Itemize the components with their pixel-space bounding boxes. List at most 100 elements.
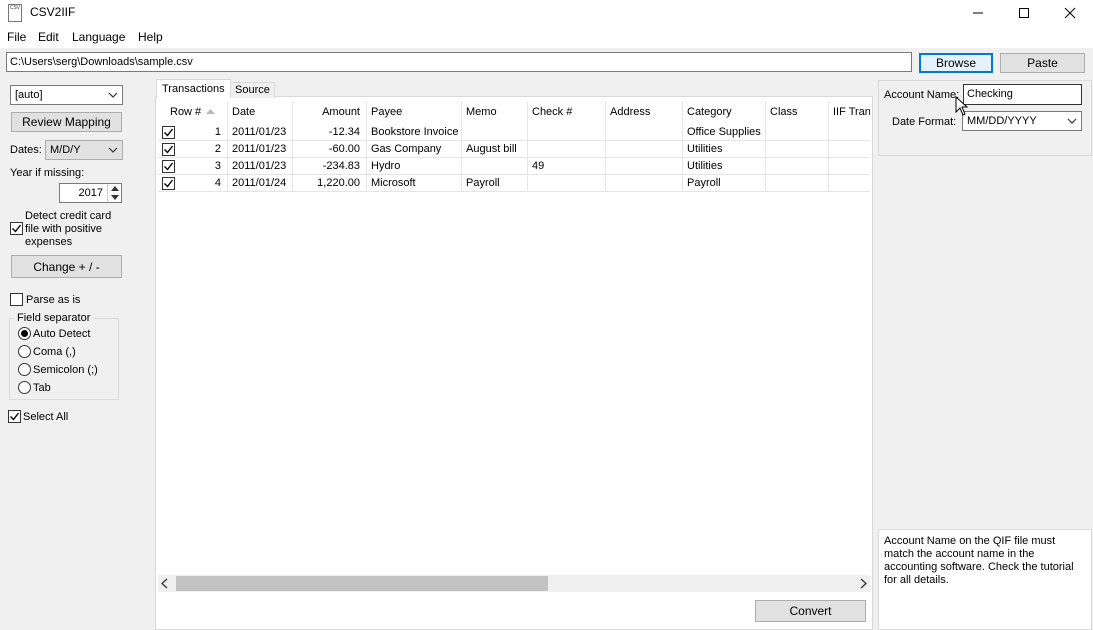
app-icon-text: CSV <box>9 5 21 11</box>
year-down-button[interactable] <box>107 193 121 202</box>
detect-cc-label-line: Detect credit card <box>25 210 112 222</box>
cell-payee[interactable]: Hydro <box>367 158 462 175</box>
menu-help[interactable]: Help <box>138 30 163 44</box>
radio-comma[interactable] <box>18 345 31 358</box>
cell-class[interactable] <box>766 158 829 175</box>
cell-iif-tran[interactable] <box>829 141 870 158</box>
tab-source[interactable]: Source <box>230 82 275 98</box>
cell-memo[interactable] <box>462 158 528 175</box>
row-checkbox[interactable] <box>162 126 175 139</box>
detect-cc-checkbox[interactable] <box>10 222 23 235</box>
column-header-class[interactable]: Class <box>766 102 829 124</box>
column-header-memo[interactable]: Memo <box>462 102 528 124</box>
radio-semicolon[interactable] <box>18 363 31 376</box>
column-header-date[interactable]: Date <box>228 102 293 124</box>
cell-category[interactable]: Utilities <box>683 158 766 175</box>
checkmark-icon <box>164 179 174 188</box>
year-stepper[interactable]: 2017 <box>59 183 122 203</box>
checkmark-icon <box>164 145 174 154</box>
cell-payee[interactable]: Bookstore Invoice <box>367 124 462 141</box>
cell-class[interactable] <box>766 175 829 192</box>
cell-payee[interactable]: Microsoft <box>367 175 462 192</box>
cell-payee[interactable]: Gas Company <box>367 141 462 158</box>
dates-label: Dates: <box>10 144 42 156</box>
cell-memo[interactable] <box>462 124 528 141</box>
scroll-right-button[interactable] <box>858 578 868 592</box>
cell-amount[interactable]: 1,220.00 <box>293 175 367 192</box>
maximize-button[interactable] <box>1001 0 1047 26</box>
year-up-button[interactable] <box>107 184 121 193</box>
column-header-category[interactable]: Category <box>683 102 766 124</box>
cell-iif-tran[interactable] <box>829 124 870 141</box>
row-checkbox[interactable] <box>162 160 175 173</box>
chevron-down-icon <box>108 147 118 153</box>
cell-check[interactable] <box>528 175 606 192</box>
cell-amount[interactable]: -60.00 <box>293 141 367 158</box>
menu-bar: File Edit Language Help <box>0 26 1093 48</box>
row-checkbox[interactable] <box>162 143 175 156</box>
cell-class[interactable] <box>766 141 829 158</box>
account-name-input[interactable]: Checking <box>963 84 1082 105</box>
table-row[interactable]: 2 <box>158 141 228 158</box>
column-header-amount[interactable]: Amount <box>293 102 367 124</box>
cell-category[interactable]: Office Supplies <box>683 124 766 141</box>
table-row[interactable]: 1 <box>158 124 228 141</box>
cell-category[interactable]: Utilities <box>683 141 766 158</box>
arrow-up-icon <box>110 186 119 191</box>
change-sign-button[interactable]: Change + / - <box>11 255 122 278</box>
title-bar: CSV CSV2IIF <box>0 0 1093 26</box>
cell-amount[interactable]: -234.83 <box>293 158 367 175</box>
menu-language[interactable]: Language <box>72 30 125 44</box>
cell-iif-tran[interactable] <box>829 175 870 192</box>
cell-memo[interactable]: August bill <box>462 141 528 158</box>
column-header-address[interactable]: Address <box>606 102 683 124</box>
file-path-input[interactable]: C:\Users\serg\Downloads\sample.csv <box>6 52 912 72</box>
parse-as-is-checkbox[interactable] <box>10 293 23 306</box>
cell-address[interactable] <box>606 141 683 158</box>
scroll-left-button[interactable] <box>160 578 170 592</box>
cell-category[interactable]: Payroll <box>683 175 766 192</box>
close-button[interactable] <box>1047 0 1093 26</box>
column-header-iif-tran[interactable]: IIF Tran <box>829 102 870 124</box>
cell-address[interactable] <box>606 158 683 175</box>
convert-button[interactable]: Convert <box>755 600 866 622</box>
transactions-grid: Row # Date Amount Payee Memo Check # Add… <box>158 102 870 194</box>
cell-check[interactable]: 49 <box>528 158 606 175</box>
cell-date[interactable]: 2011/01/23 <box>228 158 293 175</box>
horizontal-scrollbar[interactable] <box>158 575 870 592</box>
cell-check[interactable] <box>528 141 606 158</box>
cell-memo[interactable]: Payroll <box>462 175 528 192</box>
column-header-check[interactable]: Check # <box>528 102 606 124</box>
table-row[interactable]: 4 <box>158 175 228 192</box>
tab-transactions[interactable]: Transactions <box>156 79 231 98</box>
radio-auto-detect[interactable] <box>18 327 31 340</box>
menu-edit[interactable]: Edit <box>38 30 59 44</box>
radio-tab[interactable] <box>18 381 31 394</box>
column-header-payee[interactable]: Payee <box>367 102 462 124</box>
minimize-button[interactable] <box>955 0 1001 26</box>
column-header-row[interactable]: Row # <box>158 102 228 124</box>
cell-iif-tran[interactable] <box>829 158 870 175</box>
row-checkbox[interactable] <box>162 177 175 190</box>
table-row[interactable]: 3 <box>158 158 228 175</box>
cell-address[interactable] <box>606 124 683 141</box>
account-name-label: Account Name: <box>884 89 960 101</box>
select-all-checkbox[interactable] <box>8 410 21 423</box>
cell-date[interactable]: 2011/01/24 <box>228 175 293 192</box>
browse-button[interactable]: Browse <box>919 53 993 73</box>
review-mapping-button[interactable]: Review Mapping <box>11 112 122 132</box>
menu-file[interactable]: File <box>7 30 26 44</box>
date-format-select[interactable]: MM/DD/YYYY <box>962 111 1082 131</box>
cell-amount[interactable]: -12.34 <box>293 124 367 141</box>
dates-format-select[interactable]: M/D/Y <box>45 140 123 160</box>
cell-check[interactable] <box>528 124 606 141</box>
date-format-label: Date Format: <box>892 116 957 128</box>
cell-class[interactable] <box>766 124 829 141</box>
mapping-select[interactable]: [auto] <box>10 85 123 105</box>
paste-button[interactable]: Paste <box>1000 53 1085 73</box>
cell-date[interactable]: 2011/01/23 <box>228 141 293 158</box>
cell-date[interactable]: 2011/01/23 <box>228 124 293 141</box>
radio-semicolon-label: Semicolon (;) <box>33 364 98 376</box>
cell-address[interactable] <box>606 175 683 192</box>
scroll-thumb[interactable] <box>176 576 548 591</box>
